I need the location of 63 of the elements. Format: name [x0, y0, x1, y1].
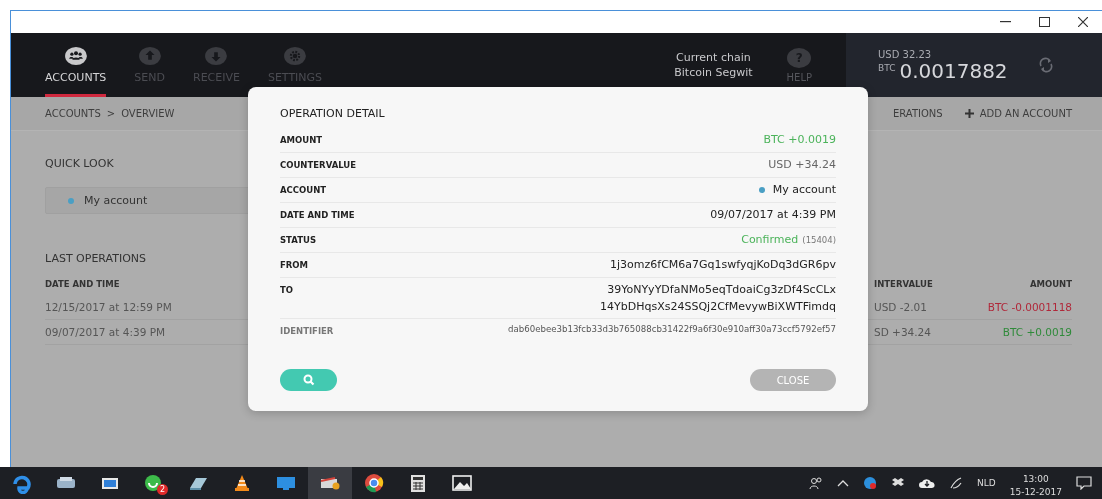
address-line: 39YoNYyYDfaNMo5eqTdoaiCg3zDf4ScCLx [607, 283, 836, 296]
breadcrumb-separator: > [106, 108, 116, 119]
taskbar-app[interactable] [308, 467, 352, 499]
field-value: 1j3omz6fCM6a7Gq1swfyqjKoDq3dGR6pv [610, 258, 836, 271]
clock-time[interactable]: 13:00 [1022, 473, 1049, 486]
people-icon[interactable] [809, 476, 823, 490]
cloud-icon[interactable] [919, 477, 935, 489]
field-label: AMOUNT [280, 134, 323, 145]
photo-icon [451, 472, 473, 494]
search-icon [302, 374, 315, 386]
table-cell: SD +34.24 [874, 320, 958, 345]
breadcrumb-item[interactable]: ACCOUNTS [45, 108, 101, 119]
section-title: LAST OPERATIONS [45, 252, 147, 265]
field-label: COUNTERVALUE [280, 159, 357, 170]
section-title: QUICK LOOK [45, 157, 114, 170]
table-cell: BTC -0.0001118 [958, 295, 1072, 320]
field-label: STATUS [280, 234, 316, 245]
field-value: USD +34.24 [768, 158, 836, 171]
field-value: My account [772, 183, 836, 196]
field-value: 09/07/2017 at 4:39 PM [710, 208, 836, 221]
chevron-up-icon[interactable] [837, 479, 849, 487]
field-value: dab60ebee3b13fcb33d3b765088cb31422f9a6f30e910aff30a73ccf5792ef57 [508, 324, 836, 334]
settings-icon [282, 46, 308, 66]
clock-date[interactable]: 15-12-2017 [1009, 486, 1062, 499]
table-cell: 09/07/2017 at 4:39 PM [45, 320, 245, 345]
close-icon[interactable] [1078, 17, 1088, 27]
minimize-icon[interactable] [1000, 21, 1011, 23]
field-label: DATE AND TIME [280, 209, 355, 220]
confirmation-count: (15404) [802, 234, 836, 245]
field-label: TO [280, 284, 294, 295]
taskbar-app[interactable]: 2 [132, 467, 176, 499]
people-icon [62, 46, 89, 66]
notification-badge: 2 [157, 484, 168, 495]
field-label: ACCOUNT [280, 184, 327, 195]
fiat-balance: USD 32.23 [878, 48, 933, 60]
column-header: INTERVALUE [874, 279, 934, 291]
column-header: AMOUNT [1028, 279, 1072, 291]
table-cell: 12/15/2017 at 12:59 PM [45, 295, 245, 320]
refresh-icon[interactable] [1037, 57, 1054, 73]
crypto-balance: 0.0017882 [899, 59, 1008, 82]
language-indicator[interactable]: NLD [977, 478, 996, 488]
chain-label: Current chain [676, 50, 751, 65]
help-link[interactable]: HELP [786, 71, 812, 83]
notification-icon[interactable] [1076, 476, 1092, 490]
chain-name: Bitcoin Segwit [674, 65, 753, 80]
table-cell: USD -2.01 [874, 295, 958, 320]
operations-link[interactable]: ERATIONS [892, 108, 943, 119]
field-value: BTC +0.0019 [763, 133, 836, 146]
maximize-icon[interactable] [1039, 17, 1050, 27]
account-name: My account [84, 194, 148, 207]
field-label: FROM [280, 259, 309, 270]
column-header: DATE AND TIME [45, 279, 121, 291]
dialog-title: OPERATION DETAIL [280, 107, 386, 120]
add-account-link[interactable]: ADD AN ACCOUNT [964, 108, 1072, 119]
plus-icon [964, 109, 974, 118]
field-label: IDENTIFIER [280, 325, 334, 336]
table-cell: BTC +0.0019 [958, 320, 1072, 345]
chat-bubble-icon[interactable] [863, 476, 877, 490]
round-browser-icon [363, 472, 385, 494]
currency-unit: BTC [878, 61, 896, 73]
breadcrumb-item[interactable]: OVERVIEW [121, 108, 175, 119]
status-value: Confirmed [741, 233, 799, 246]
address-line: 14YbDHqsXs24SSQj2CfMevywBiXWTFimdq [600, 300, 836, 313]
